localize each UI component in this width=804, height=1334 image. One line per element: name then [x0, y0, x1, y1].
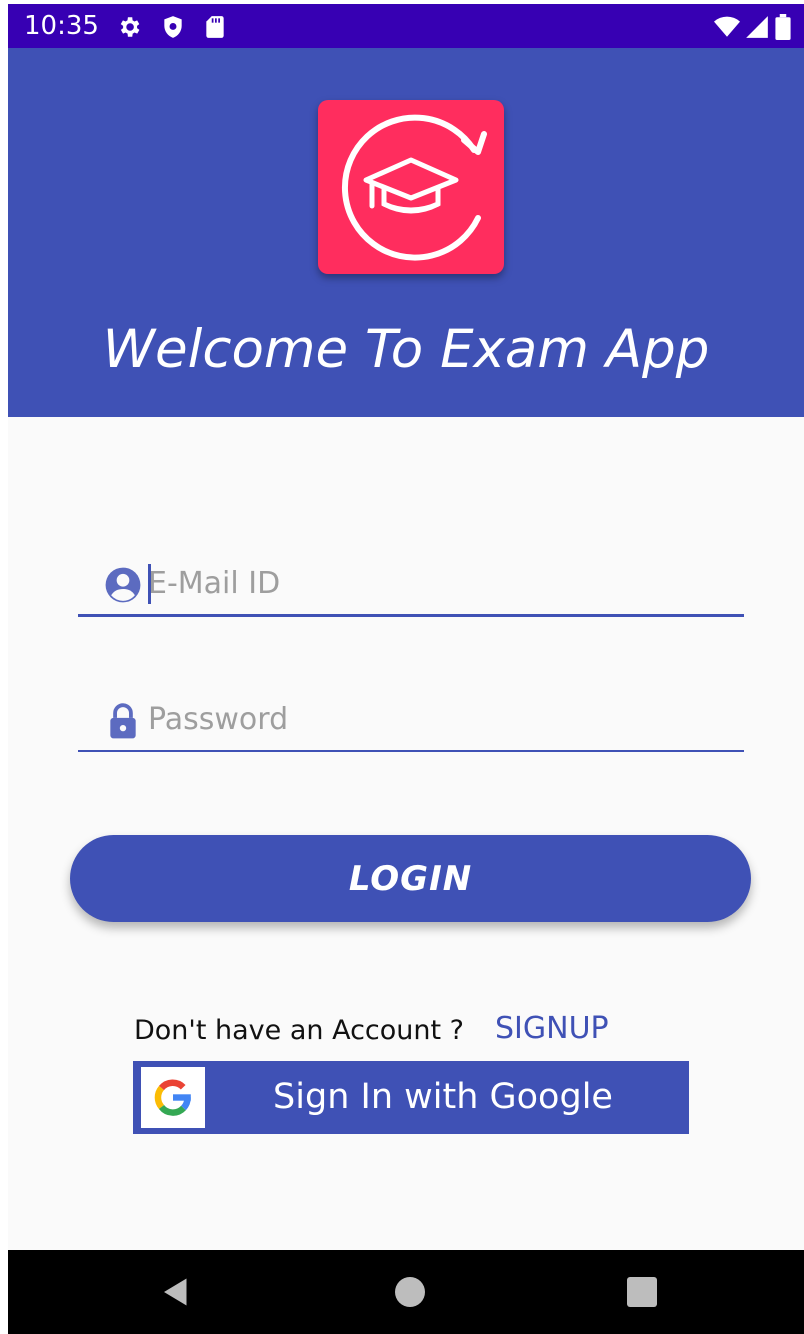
google-sign-in-button[interactable]: Sign In with Google: [133, 1061, 689, 1134]
home-icon[interactable]: [392, 1274, 428, 1310]
signup-link[interactable]: SIGNUP: [495, 1010, 609, 1048]
status-bar: 10:35: [8, 4, 804, 48]
navigation-bar: [8, 1250, 804, 1334]
email-input[interactable]: [148, 552, 728, 614]
header-banner: Welcome To Exam App: [8, 48, 804, 417]
signal-icon: [744, 14, 770, 40]
wifi-icon: [714, 14, 740, 40]
password-field[interactable]: [78, 688, 744, 752]
signup-prompt: Don't have an Account ?: [134, 1015, 465, 1046]
recents-icon[interactable]: [624, 1274, 660, 1310]
email-field[interactable]: [78, 552, 744, 617]
account-circle-icon: [104, 566, 142, 604]
welcome-title: Welcome To Exam App: [102, 319, 710, 380]
gear-icon: [116, 14, 142, 40]
password-input[interactable]: [148, 688, 728, 750]
back-icon[interactable]: [158, 1274, 194, 1310]
status-time: 10:35: [24, 11, 99, 41]
login-screen: 10:35 Welcome To Exam App E-Mail ID LOGI…: [8, 4, 804, 1334]
google-logo-icon: [141, 1067, 205, 1128]
app-logo: [318, 100, 504, 274]
google-sign-in-label: Sign In with Google: [273, 1077, 613, 1117]
text-cursor: [148, 564, 151, 604]
sd-card-icon: [202, 14, 228, 40]
graduation-cap-refresh-icon: [341, 114, 487, 261]
shield-icon: [160, 14, 186, 40]
login-button[interactable]: LOGIN: [70, 835, 751, 922]
battery-icon: [774, 14, 794, 40]
lock-icon: [104, 702, 142, 740]
